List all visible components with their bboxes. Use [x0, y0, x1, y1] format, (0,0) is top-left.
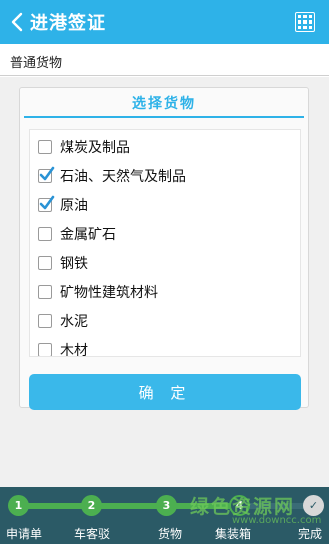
cargo-list-item[interactable]: 金属矿石 [30, 219, 300, 248]
app-header: 进港签证 [0, 0, 329, 44]
grid-menu-icon[interactable] [295, 12, 315, 32]
cargo-list-item[interactable]: 钢铁 [30, 248, 300, 277]
step-5-label: 完成 [298, 527, 323, 541]
confirm-button[interactable]: 确 定 [29, 374, 301, 410]
cargo-list-item[interactable]: 原油 [30, 190, 300, 219]
page-title: 进港签证 [30, 13, 106, 34]
checkbox-checked[interactable] [38, 195, 55, 212]
checkbox-unchecked[interactable] [38, 313, 52, 328]
step-3-label: 货物 [158, 527, 183, 541]
checkbox-unchecked[interactable] [38, 255, 52, 270]
step-4-indicator: 4 [229, 495, 250, 516]
checkmark-icon [39, 166, 55, 180]
checkbox-unchecked[interactable] [38, 284, 52, 299]
checkbox-unchecked[interactable] [38, 226, 52, 241]
cargo-item-label: 木材 [60, 342, 88, 357]
step-1-label: 申请单 [6, 527, 43, 541]
cargo-list-item[interactable]: 矿物性建筑材料 [30, 277, 300, 306]
cargo-list-item[interactable]: 水泥 [30, 306, 300, 335]
step-3-indicator: 3 [156, 495, 177, 516]
cargo-list-item[interactable]: 煤炭及制品 [30, 132, 300, 161]
step-4-label: 集装箱 [215, 527, 252, 541]
cargo-list-item[interactable]: 木材 [30, 335, 300, 357]
cargo-item-label: 煤炭及制品 [60, 139, 130, 156]
checkbox-unchecked[interactable] [38, 342, 52, 356]
chevron-left-icon [11, 12, 23, 32]
checkmark-icon [39, 195, 55, 209]
cargo-item-label: 水泥 [60, 313, 88, 330]
step-2-indicator: 2 [81, 495, 102, 516]
checkbox-unchecked[interactable] [38, 139, 52, 154]
dialog-title: 选择货物 [132, 96, 196, 112]
progress-stepbar: 1 申请单 2 车客驳 3 货物 4 集装箱 ✓ 完成 [0, 487, 329, 544]
dialog-header: 选择货物 [24, 92, 304, 118]
back-button[interactable] [4, 0, 30, 44]
select-cargo-dialog: 选择货物 煤炭及制品石油、天然气及制品 原油金属矿石钢铁矿物性建筑材料 水泥木材 确… [19, 87, 309, 410]
cargo-list[interactable]: 煤炭及制品石油、天然气及制品 原油金属矿石钢铁矿物性建筑材料 水泥木材 [29, 129, 301, 357]
step-5-indicator: ✓ [303, 495, 324, 516]
content-area: 选择货物 煤炭及制品石油、天然气及制品 原油金属矿石钢铁矿物性建筑材料 水泥木材 确… [0, 77, 329, 487]
cargo-item-label: 金属矿石 [60, 226, 116, 243]
cargo-item-label: 钢铁 [60, 255, 88, 272]
step-1-indicator: 1 [8, 495, 29, 516]
cargo-item-label: 原油 [60, 197, 88, 214]
cargo-item-label: 矿物性建筑材料 [60, 284, 158, 301]
category-row: 普通货物 [0, 44, 329, 76]
checkbox-checked[interactable] [38, 166, 55, 183]
step-2-label: 车客驳 [74, 527, 111, 541]
cargo-item-label: 石油、天然气及制品 [60, 168, 186, 185]
cargo-list-item[interactable]: 石油、天然气及制品 [30, 161, 300, 190]
category-label: 普通货物 [10, 56, 63, 71]
